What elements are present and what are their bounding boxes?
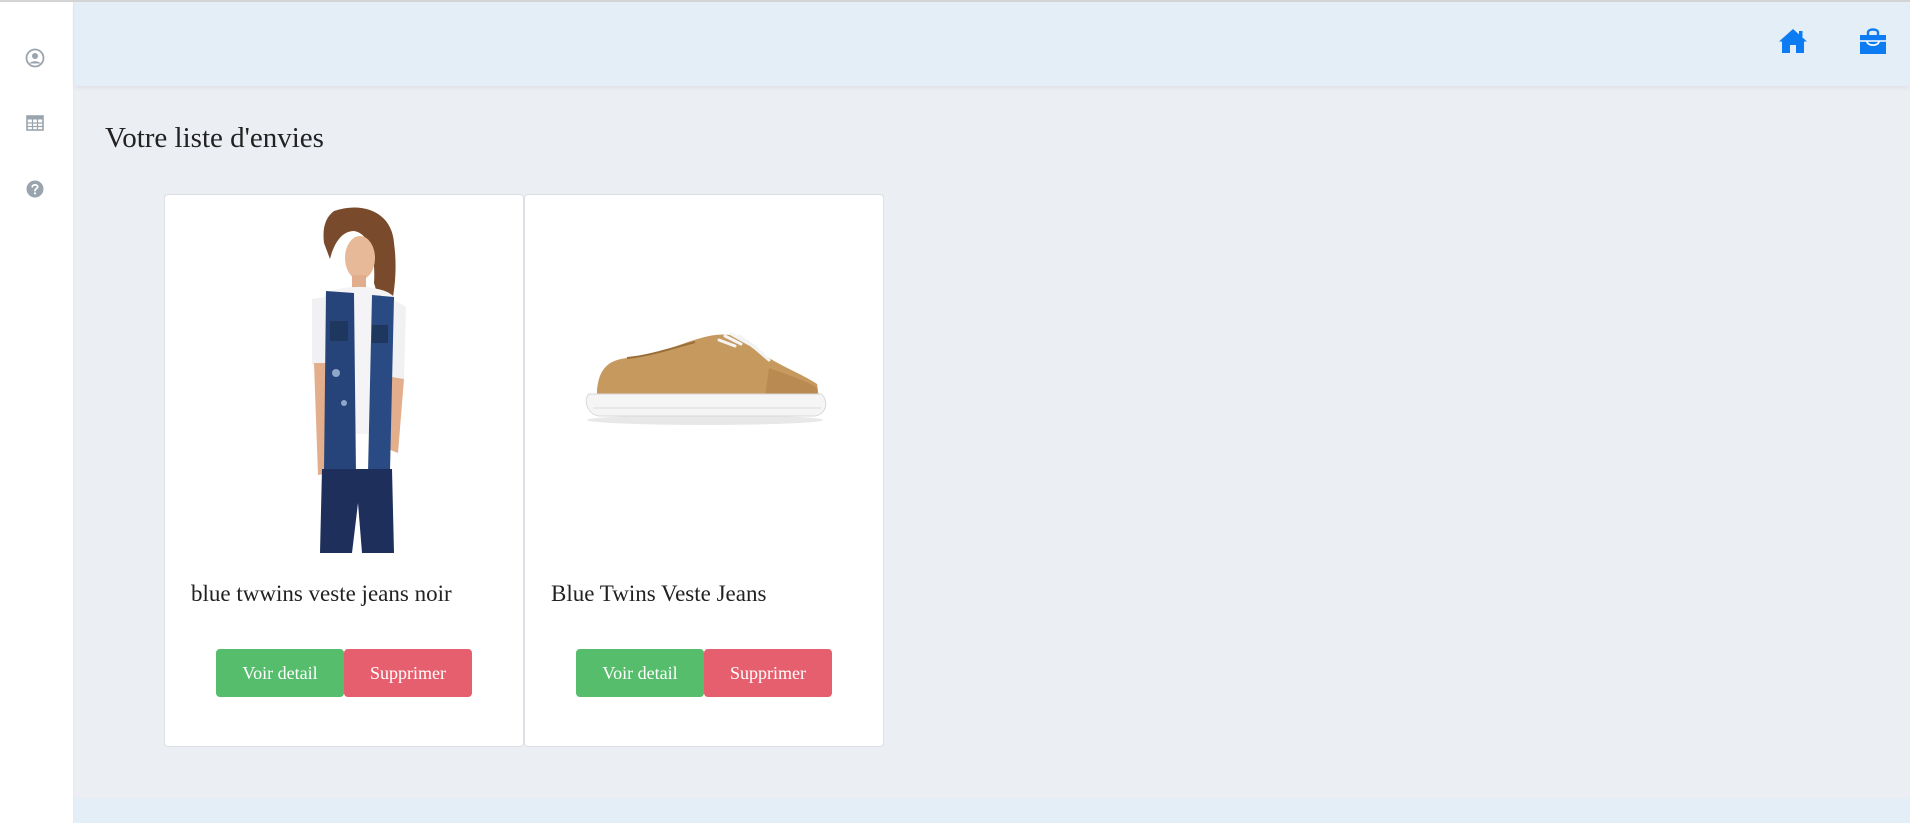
wishlist-card: blue twwins veste jeans noir Voir detail… (164, 194, 524, 747)
view-detail-button[interactable]: Voir detail (576, 649, 704, 697)
product-name[interactable]: blue twwins veste jeans noir (191, 581, 511, 607)
top-navbar (74, 2, 1910, 86)
product-name[interactable]: Blue Twins Veste Jeans (551, 581, 871, 607)
table-grid-icon[interactable] (24, 112, 46, 134)
user-circle-icon[interactable] (24, 47, 46, 69)
shopping-bag-icon[interactable] (1856, 24, 1890, 58)
footer-strip (74, 798, 1910, 823)
page-title: Votre liste d'envies (105, 122, 324, 154)
delete-button[interactable]: Supprimer (704, 649, 832, 697)
product-image[interactable] (525, 203, 883, 553)
question-circle-icon[interactable] (24, 178, 46, 200)
home-icon[interactable] (1776, 24, 1810, 58)
delete-button[interactable]: Supprimer (344, 649, 472, 697)
view-detail-button[interactable]: Voir detail (216, 649, 344, 697)
sidebar (0, 2, 74, 823)
main-content: Votre liste d'envies blue twwins veste j… (74, 2, 1910, 823)
product-image[interactable] (165, 203, 523, 553)
wishlist-card: Blue Twins Veste Jeans Voir detail Suppr… (524, 194, 884, 747)
